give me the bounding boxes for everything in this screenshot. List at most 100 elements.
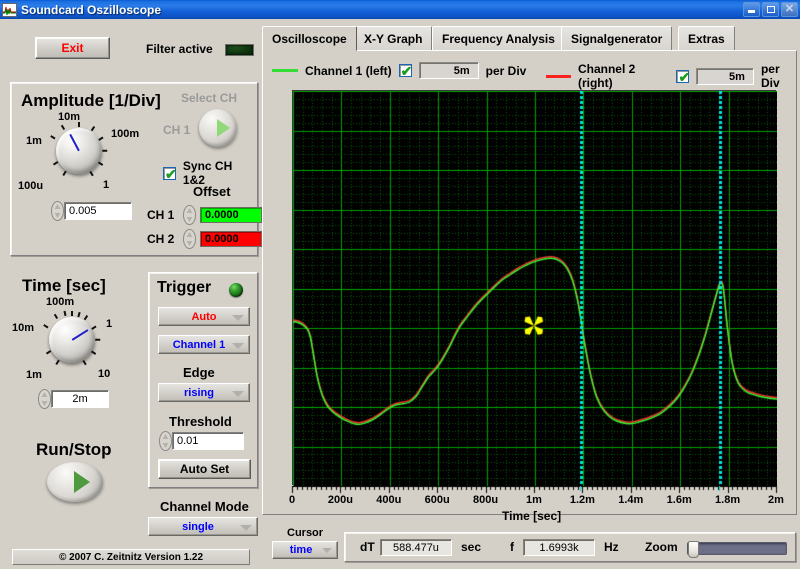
minimize-icon[interactable] xyxy=(743,1,760,17)
filter-active-led xyxy=(225,44,254,56)
time-knob[interactable] xyxy=(43,310,101,368)
trigger-source-dropdown[interactable]: Channel 1 xyxy=(158,335,250,354)
title-bar: Soundcard Oszilloscope ✕ xyxy=(0,0,800,19)
filter-active-label: Filter active xyxy=(146,42,213,56)
x-tick-label: 1m xyxy=(526,494,542,506)
trigger-panel: Trigger Auto Channel 1 Edge rising Thres… xyxy=(148,272,258,488)
amplitude-value-control[interactable]: 0.005 xyxy=(51,201,132,221)
time-value[interactable]: 2m xyxy=(51,390,109,408)
time-knob-label-10m: 10m xyxy=(12,322,35,334)
frequency-label: f xyxy=(510,540,514,554)
maximize-icon[interactable] xyxy=(762,1,779,17)
offset-ch2-value[interactable]: 0.0000 xyxy=(200,231,262,247)
window-controls: ✕ xyxy=(743,1,798,17)
channel-2-per-div-value[interactable]: 5m xyxy=(695,67,754,85)
trigger-threshold-control[interactable]: 0.01 xyxy=(159,431,244,451)
window-title: Soundcard Oszilloscope xyxy=(21,2,162,17)
select-ch-label: Select CH xyxy=(181,91,238,105)
amplitude-knob[interactable] xyxy=(50,122,108,179)
time-knob-label-100m: 100m xyxy=(46,296,75,308)
x-tick-label: 800u xyxy=(473,494,499,506)
channel-mode-dropdown[interactable]: single xyxy=(148,517,258,536)
x-tick-label: 1.4m xyxy=(618,494,644,506)
offset-ch1-value[interactable]: 0.0000 xyxy=(200,207,262,223)
offset-ch2-spinner[interactable] xyxy=(183,229,196,249)
time-knob-label-10: 10 xyxy=(98,368,111,380)
copyright-bar: © 2007 C. Zeitnitz Version 1.22 xyxy=(12,549,250,565)
trigger-mode-value: Auto xyxy=(191,310,217,323)
x-tick-label: 400u xyxy=(376,494,402,506)
channel-2-legend: Channel 2 (right) ✔ 5m per Div xyxy=(546,62,800,90)
channel-mode-title: Channel Mode xyxy=(160,499,249,514)
x-tick-label: 1.8m xyxy=(715,494,741,506)
cursor-title: Cursor xyxy=(287,527,324,539)
x-tick-label: 2m xyxy=(768,494,784,506)
chevron-down-icon xyxy=(232,342,244,349)
amplitude-knob-label-1m: 1m xyxy=(26,135,42,147)
amplitude-title: Amplitude [1/Div] xyxy=(21,91,161,110)
amplitude-knob-label-100m: 100m xyxy=(111,128,140,140)
offset-ch1-label: CH 1 xyxy=(147,208,175,222)
cursor-mode-value: time xyxy=(289,544,313,556)
time-spinner[interactable] xyxy=(38,389,51,409)
offset-ch1-row[interactable]: CH 1 0.0000 xyxy=(147,205,262,225)
trigger-edge-title: Edge xyxy=(183,365,215,380)
exit-button[interactable]: Exit xyxy=(35,37,110,59)
zoom-label: Zoom xyxy=(645,540,678,554)
waveform-canvas[interactable] xyxy=(293,91,777,486)
amplitude-knob-label-1: 1 xyxy=(103,179,110,191)
time-knob-label-1: 1 xyxy=(106,318,113,330)
cursor-mode-dropdown[interactable]: time xyxy=(272,541,338,559)
time-panel: Time [sec] 10m 100m 1 10 1m 2m xyxy=(10,270,140,430)
run-stop-button[interactable] xyxy=(47,462,103,502)
sync-ch-label: Sync CH 1&2 xyxy=(182,159,233,187)
offset-ch1-spinner[interactable] xyxy=(183,205,196,225)
channel-2-color-swatch xyxy=(546,74,571,78)
channel-mode-value: single xyxy=(182,520,214,533)
x-tick-label: 1.6m xyxy=(666,494,692,506)
select-ch-button[interactable] xyxy=(199,109,237,147)
oscilloscope-plot[interactable] xyxy=(292,90,777,486)
trigger-threshold-title: Threshold xyxy=(169,414,232,429)
x-tick-label: 600u xyxy=(424,494,450,506)
channel-1-per-div-label: per Div xyxy=(485,63,527,78)
channel-2-per-div-label: per Div xyxy=(760,62,780,90)
tab-frequency-analysis[interactable]: Frequency Analysis xyxy=(432,26,565,50)
channel-2-label: Channel 2 (right) xyxy=(577,62,636,90)
dt-label: dT xyxy=(360,540,375,554)
tab-extras[interactable]: Extras xyxy=(678,26,735,50)
offset-ch2-row[interactable]: CH 2 0.0000 xyxy=(147,229,262,249)
tab-signalgenerator[interactable]: Signalgenerator xyxy=(561,26,673,50)
trigger-threshold-value[interactable]: 0.01 xyxy=(172,432,244,450)
trigger-edge-dropdown[interactable]: rising xyxy=(158,383,250,402)
zoom-slider-thumb[interactable] xyxy=(688,541,699,558)
channel-1-color-swatch xyxy=(272,69,298,72)
frequency-value: 1.6993k xyxy=(523,539,595,556)
trigger-mode-dropdown[interactable]: Auto xyxy=(158,307,250,326)
trigger-edge-value: rising xyxy=(184,386,214,399)
amplitude-panel: Amplitude [1/Div] 1m 10m 100m 1 100u 0.0… xyxy=(10,82,262,256)
x-tick-label: 0 xyxy=(288,494,296,506)
amplitude-knob-label-10m: 10m xyxy=(58,111,81,123)
sync-ch-checkbox[interactable]: ✔ xyxy=(163,166,177,181)
auto-set-button[interactable]: Auto Set xyxy=(158,459,251,479)
threshold-spinner[interactable] xyxy=(159,431,172,451)
trigger-source-value: Channel 1 xyxy=(172,338,226,351)
channel-1-per-div-value[interactable]: 5m xyxy=(418,62,479,79)
amplitude-knob-label-100u: 100u xyxy=(18,180,44,192)
x-axis-tick-labels: 0 200u 400u 600u 800u 1m 1.2m 1.4m 1.6m 1.8m 2m xyxy=(284,494,784,508)
channel-1-checkbox[interactable]: ✔ xyxy=(398,64,412,78)
channel-2-checkbox[interactable]: ✔ xyxy=(676,69,690,84)
amplitude-value[interactable]: 0.005 xyxy=(64,202,132,220)
tab-xy-graph[interactable]: X-Y Graph xyxy=(354,26,433,50)
close-icon[interactable]: ✕ xyxy=(781,1,798,17)
application-window: Soundcard Oszilloscope ✕ Exit Filter act… xyxy=(0,0,800,569)
sync-ch-row[interactable]: ✔ Sync CH 1&2 xyxy=(163,159,257,187)
amplitude-spinner[interactable] xyxy=(51,201,64,221)
trigger-title: Trigger xyxy=(157,279,212,296)
zoom-slider[interactable] xyxy=(687,541,787,558)
time-value-control[interactable]: 2m xyxy=(38,389,109,409)
tab-strip: Oscilloscope X-Y Graph Frequency Analysi… xyxy=(262,26,797,51)
dt-unit: sec xyxy=(461,540,482,554)
tab-oscilloscope[interactable]: Oscilloscope xyxy=(262,26,357,51)
